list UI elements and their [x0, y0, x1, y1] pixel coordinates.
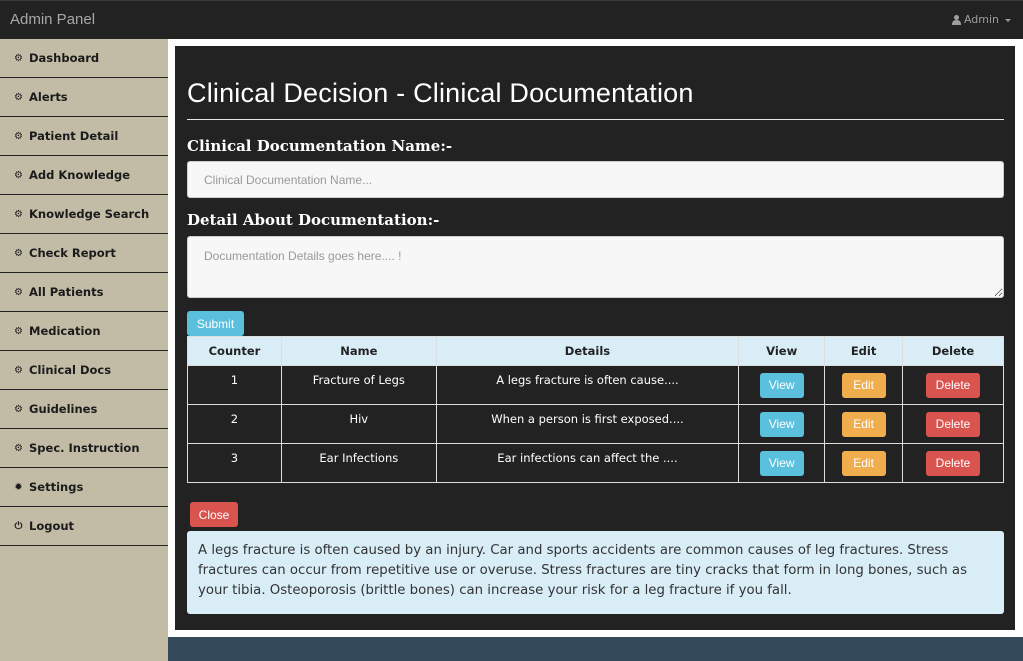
edit-button[interactable]: Edit: [841, 411, 886, 437]
sidebar-item-dashboard[interactable]: ⚙ Dashboard: [0, 39, 168, 78]
user-menu-label: Admin: [963, 13, 999, 26]
sidebar-item-check-report[interactable]: ⚙ Check Report: [0, 234, 168, 273]
documentation-detail-textarea[interactable]: [187, 236, 1004, 298]
cell-view: View: [738, 404, 826, 444]
cell-view: View: [738, 443, 826, 483]
documentation-name-input[interactable]: [187, 161, 1004, 198]
close-button[interactable]: Close: [190, 502, 238, 527]
gear-icon: ✹: [14, 481, 23, 493]
cell-counter: 1: [187, 365, 282, 405]
sidebar-item-label: Clinical Docs: [29, 363, 112, 377]
title-divider: [187, 119, 1004, 120]
column-header-delete: Delete: [902, 336, 1004, 366]
main-panel: Clinical Decision - Clinical Documentati…: [175, 46, 1015, 630]
detail-field-label: Detail About Documentation:-: [187, 211, 440, 229]
column-header-edit: Edit: [824, 336, 904, 366]
power-icon: ⏻: [14, 520, 23, 532]
cell-details: Ear infections can affect the ....: [435, 443, 740, 483]
dashboard-icon: ⚙: [14, 247, 23, 259]
brand-title[interactable]: Admin Panel: [10, 11, 95, 28]
sidebar: ⚙ Dashboard ⚙ Alerts ⚙ Patient Detail ⚙ Add …: [0, 39, 168, 661]
dashboard-icon: ⚙: [14, 169, 23, 181]
sidebar-item-medication[interactable]: ⚙ Medication: [0, 312, 168, 351]
table-row: 3 Ear Infections Ear infections can affe…: [187, 443, 1004, 483]
sidebar-item-label: All Patients: [29, 285, 104, 299]
dashboard-icon: ⚙: [14, 325, 23, 337]
cell-edit: Edit: [824, 404, 904, 444]
table-row: 2 Hiv When a person is first exposed....…: [187, 404, 1004, 444]
cell-name: Fracture of Legs: [280, 365, 437, 405]
documentation-detail-panel: A legs fracture is often caused by an in…: [187, 531, 1004, 614]
view-button[interactable]: View: [759, 450, 804, 476]
dashboard-icon: ⚙: [14, 52, 23, 64]
sidebar-item-clinical-docs[interactable]: ⚙ Clinical Docs: [0, 351, 168, 390]
column-header-details: Details: [435, 336, 740, 366]
name-field-label: Clinical Documentation Name:-: [187, 137, 453, 155]
sidebar-item-label: Alerts: [29, 90, 68, 104]
footer: [168, 637, 1023, 661]
cell-delete: Delete: [902, 365, 1004, 405]
sidebar-item-patient-detail[interactable]: ⚙ Patient Detail: [0, 117, 168, 156]
dashboard-icon: ⚙: [14, 442, 23, 454]
dashboard-icon: ⚙: [14, 403, 23, 415]
sidebar-item-label: Patient Detail: [29, 129, 119, 143]
sidebar-item-settings[interactable]: ✹ Settings: [0, 468, 168, 507]
sidebar-item-label: Check Report: [29, 246, 116, 260]
caret-down-icon: [1005, 18, 1011, 22]
dashboard-icon: ⚙: [14, 208, 23, 220]
column-header-name: Name: [280, 336, 437, 366]
sidebar-item-label: Medication: [29, 324, 101, 338]
user-icon: [951, 14, 961, 25]
dashboard-icon: ⚙: [14, 130, 23, 142]
cell-delete: Delete: [902, 404, 1004, 444]
cell-counter: 2: [187, 404, 282, 444]
sidebar-item-label: Dashboard: [29, 51, 100, 65]
sidebar-item-label: Guidelines: [29, 402, 98, 416]
page-title: Clinical Decision - Clinical Documentati…: [187, 78, 694, 108]
sidebar-item-alerts[interactable]: ⚙ Alerts: [0, 78, 168, 117]
user-menu-dropdown[interactable]: Admin: [951, 13, 1011, 26]
table-header-row: Counter Name Details View Edit Delete: [187, 336, 1004, 366]
cell-edit: Edit: [824, 365, 904, 405]
view-button[interactable]: View: [759, 411, 804, 437]
sidebar-item-spec-instruction[interactable]: ⚙ Spec. Instruction: [0, 429, 168, 468]
sidebar-item-add-knowledge[interactable]: ⚙ Add Knowledge: [0, 156, 168, 195]
sidebar-item-all-patients[interactable]: ⚙ All Patients: [0, 273, 168, 312]
cell-counter: 3: [187, 443, 282, 483]
sidebar-item-label: Spec. Instruction: [29, 441, 140, 455]
sidebar-item-logout[interactable]: ⏻ Logout: [0, 507, 168, 546]
view-button[interactable]: View: [759, 372, 804, 398]
edit-button[interactable]: Edit: [841, 372, 886, 398]
delete-button[interactable]: Delete: [926, 372, 981, 398]
cell-name: Ear Infections: [280, 443, 437, 483]
sidebar-item-label: Add Knowledge: [29, 168, 130, 182]
column-header-counter: Counter: [187, 336, 282, 366]
documentation-table: Counter Name Details View Edit Delete 1 …: [187, 336, 1004, 483]
cell-name: Hiv: [280, 404, 437, 444]
edit-button[interactable]: Edit: [841, 450, 886, 476]
sidebar-item-label: Logout: [29, 519, 75, 533]
dashboard-icon: ⚙: [14, 364, 23, 376]
delete-button[interactable]: Delete: [926, 450, 981, 476]
submit-button[interactable]: Submit: [187, 311, 244, 336]
cell-edit: Edit: [824, 443, 904, 483]
cell-details: A legs fracture is often cause....: [435, 365, 740, 405]
cell-view: View: [738, 365, 826, 405]
delete-button[interactable]: Delete: [926, 411, 981, 437]
dashboard-icon: ⚙: [14, 91, 23, 103]
dashboard-icon: ⚙: [14, 286, 23, 298]
sidebar-item-knowledge-search[interactable]: ⚙ Knowledge Search: [0, 195, 168, 234]
top-navbar: Admin Panel Admin: [0, 0, 1023, 39]
cell-delete: Delete: [902, 443, 1004, 483]
column-header-view: View: [738, 336, 826, 366]
cell-details: When a person is first exposed....: [435, 404, 740, 444]
sidebar-item-label: Settings: [29, 480, 84, 494]
sidebar-item-label: Knowledge Search: [29, 207, 150, 221]
sidebar-item-guidelines[interactable]: ⚙ Guidelines: [0, 390, 168, 429]
table-row: 1 Fracture of Legs A legs fracture is of…: [187, 365, 1004, 405]
